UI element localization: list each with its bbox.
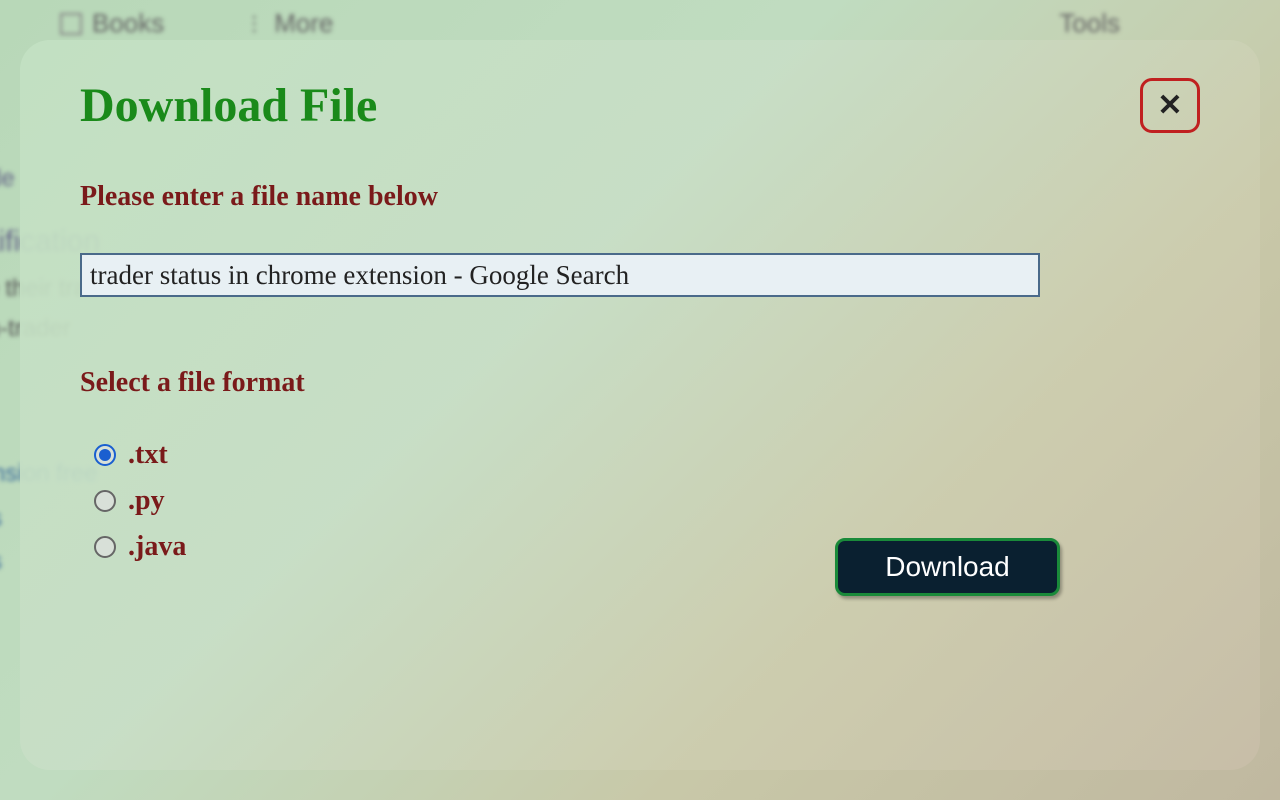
bg-books-text: Books [92, 8, 164, 39]
modal-header: Download File ✕ [80, 78, 1200, 133]
modal-title: Download File [80, 78, 377, 133]
format-label: Select a file format [80, 367, 1200, 399]
radio-item-py[interactable]: .py [94, 485, 1200, 517]
filename-input[interactable] [80, 253, 1040, 297]
bg-tools-text: Tools [1059, 8, 1120, 39]
close-icon: ✕ [1157, 88, 1182, 123]
radio-input-py[interactable] [94, 490, 116, 512]
more-icon: ⋮ [244, 11, 264, 36]
radio-label-txt: .txt [128, 439, 168, 471]
download-modal: Download File ✕ Please enter a file name… [20, 40, 1260, 770]
close-button[interactable]: ✕ [1140, 78, 1200, 133]
download-button[interactable]: Download [835, 538, 1060, 596]
bg-more-text: More [274, 8, 333, 39]
radio-label-java: .java [128, 531, 186, 563]
radio-label-py: .py [128, 485, 165, 517]
radio-item-txt[interactable]: .txt [94, 439, 1200, 471]
radio-input-java[interactable] [94, 536, 116, 558]
radio-input-txt[interactable] [94, 444, 116, 466]
filename-label: Please enter a file name below [80, 181, 1200, 213]
book-icon [60, 13, 82, 35]
